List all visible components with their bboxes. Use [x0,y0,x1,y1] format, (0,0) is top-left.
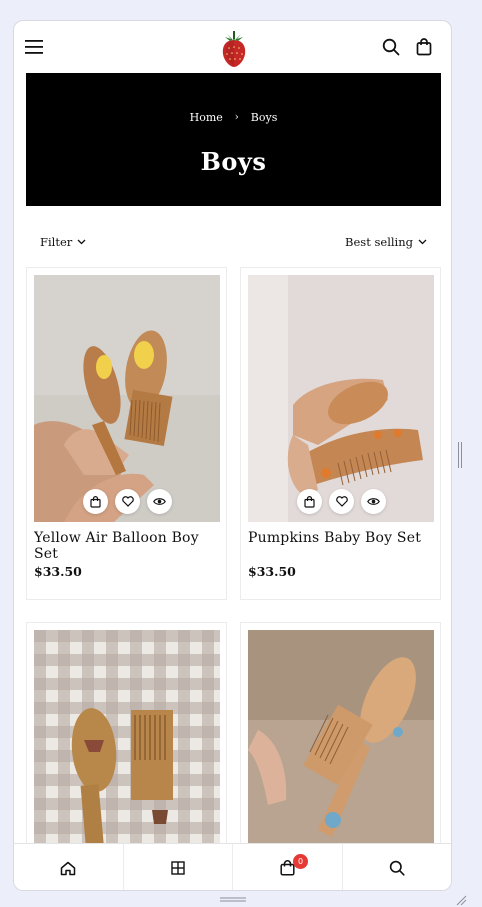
quick-view-eye-icon[interactable] [147,489,172,514]
product-price: $33.50 [248,564,296,579]
breadcrumb-home[interactable]: Home [190,111,223,124]
product-image[interactable] [248,275,434,522]
filter-bar: Filter Best selling [26,227,441,257]
resize-corner-icon[interactable] [455,894,467,906]
product-image[interactable] [34,630,220,877]
product-image[interactable] [34,275,220,522]
product-card[interactable]: Pumpkins Baby Boy Set $33.50 [240,267,441,600]
wishlist-heart-icon[interactable] [329,489,354,514]
chevron-down-icon [77,239,86,245]
filter-button[interactable]: Filter [40,235,86,249]
quick-view-eye-icon[interactable] [361,489,386,514]
bottom-navigation: 0 [14,843,452,890]
product-price: $33.50 [34,564,82,579]
page-frame: Home › Boys Boys Filter Best selling Yel… [13,20,452,891]
nav-home[interactable] [14,844,124,890]
nav-collections[interactable] [124,844,233,890]
product-image[interactable] [248,630,434,877]
wishlist-heart-icon[interactable] [115,489,140,514]
page-title: Boys [200,147,267,176]
product-title[interactable]: Yellow Air Balloon Boy Set [34,530,226,562]
chevron-down-icon [418,239,427,245]
bag-icon[interactable] [413,36,435,58]
hamburger-icon[interactable] [24,37,44,57]
top-bar [14,21,451,73]
grid-icon [171,861,185,875]
product-card[interactable]: Yellow Air Balloon Boy Set $33.50 [26,267,227,600]
filter-label: Filter [40,235,73,249]
product-actions [83,489,172,514]
resize-grip-vertical[interactable] [458,442,464,468]
cart-count-badge: 0 [293,854,308,869]
sort-label: Best selling [345,235,413,249]
chevron-right-icon: › [234,112,239,123]
search-icon[interactable] [380,36,402,58]
product-title[interactable]: Pumpkins Baby Boy Set [248,530,421,546]
quick-add-bag-icon[interactable] [297,489,322,514]
nav-search[interactable] [343,844,452,890]
nav-cart[interactable]: 0 [233,844,343,890]
sort-dropdown[interactable]: Best selling [345,235,427,249]
collection-banner: Home › Boys Boys [26,73,441,206]
product-actions [297,489,386,514]
resize-grip-horizontal[interactable] [220,897,246,903]
quick-add-bag-icon[interactable] [83,489,108,514]
search-icon [389,860,405,876]
home-icon [61,861,76,875]
breadcrumb: Home › Boys [26,111,441,124]
breadcrumb-current: Boys [250,111,278,124]
strawberry-logo[interactable] [218,29,250,69]
